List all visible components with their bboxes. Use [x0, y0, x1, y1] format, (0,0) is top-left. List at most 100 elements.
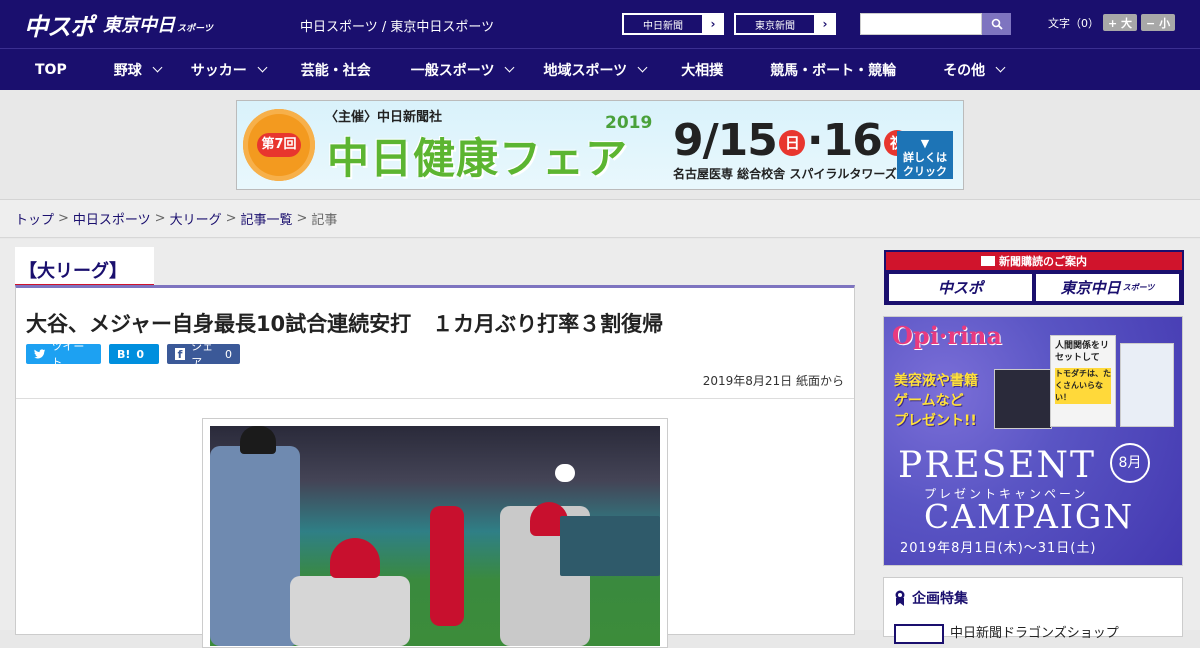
hatena-count: 0 [136, 347, 145, 361]
font-increase-button[interactable]: + 大 [1103, 14, 1138, 31]
ad-prize-images: 人間関係をリセットして トモダチは、たくさんいらない！ [994, 333, 1174, 433]
article-divider [16, 398, 854, 399]
facebook-icon: f [175, 348, 186, 361]
logo-chuspo[interactable]: 中スポ [24, 7, 94, 42]
ribbon-icon [895, 590, 905, 606]
umpire-figure [210, 446, 300, 646]
nav-item-label: サッカー [190, 62, 247, 79]
feature-title: 企画特集 [894, 588, 968, 608]
chevron-right-icon: › [822, 17, 828, 31]
chevron-right-icon: › [710, 17, 716, 31]
nav-item-general-sports[interactable]: 一般スポーツ [386, 49, 529, 91]
font-decrease-button[interactable]: − 小 [1141, 14, 1176, 31]
feature-thumb[interactable] [894, 624, 944, 644]
nav-item-sumo[interactable]: 大相撲 [661, 49, 738, 91]
banner-date-end: 16 [822, 115, 883, 166]
nav-item-soccer[interactable]: サッカー [176, 49, 281, 91]
breadcrumb-chunichi-sports[interactable]: 中日スポーツ [73, 209, 151, 228]
feature-item-dragons-shop[interactable]: 中日新聞ドラゴンズショップ [950, 622, 1119, 641]
feature-box: 企画特集 中日新聞ドラゴンズショップ [883, 577, 1183, 644]
search-button[interactable] [982, 13, 1011, 35]
nav-item-label: 競馬・ボート・競輪 [770, 62, 897, 79]
breadcrumb-article-list[interactable]: 記事一覧 [241, 209, 293, 228]
ad-copy: 美容液や書籍 ゲームなど プレゼント!! [894, 371, 978, 431]
font-size-control: 文字（0） + 大 − 小 [1048, 14, 1176, 31]
article-photo[interactable] [210, 426, 660, 646]
ad-campaign-text: CAMPAIGN [924, 497, 1135, 536]
subscribe-tokyo-chunichi-link[interactable]: 東京中日 スポーツ [1036, 274, 1179, 301]
ad-brand: Opi·rina [892, 321, 1002, 350]
nav-item-entertainment[interactable]: 芸能・社会 [281, 49, 386, 91]
nav-item-label: 芸能・社会 [300, 62, 371, 79]
banner-year: 2019 [605, 113, 653, 133]
feature-title-label: 企画特集 [912, 591, 968, 607]
twitter-icon [34, 349, 46, 359]
ad-copy-line: 美容液や書籍 [894, 373, 978, 389]
facebook-count: 0 [225, 347, 232, 361]
breadcrumb-current: 記事 [311, 213, 338, 228]
banner-day-start: 日 [778, 130, 805, 156]
banner-cta-button[interactable]: ▼ 詳しくは クリック [897, 131, 953, 179]
ad-dates: 2019年8月1日(木)〜31日(土) [900, 541, 1097, 556]
ad-copy-line: ゲームなど [894, 393, 964, 409]
nav-item-label: その他 [943, 62, 986, 79]
chevron-down-icon [152, 62, 163, 73]
nav-item-other[interactable]: その他 [911, 49, 1019, 91]
prize-game [1120, 343, 1174, 427]
category-tab[interactable]: 【大リーグ】 [15, 247, 154, 287]
chevron-down-icon [995, 62, 1006, 73]
site-logo[interactable]: 中スポ 東京中日 スポーツ [0, 0, 240, 48]
nav-item-baseball[interactable]: 野球 [82, 49, 176, 91]
banner-venue: 名古屋医専 総合校舎 スパイラルタワーズ [673, 167, 897, 181]
breadcrumb-separator: > [225, 211, 237, 226]
ad-present-text: PRESENT [898, 445, 1097, 486]
site-caption[interactable]: 中日スポーツ / 東京中日スポーツ [300, 16, 494, 35]
subscription-logos: 中スポ 東京中日 スポーツ [886, 270, 1182, 305]
ad-copy-line: プレゼント!! [894, 413, 977, 429]
banner-date: 9/15日·16祝 [673, 115, 912, 166]
nav-item-top[interactable]: TOP [20, 49, 82, 91]
ad-month-badge: 8月 [1110, 443, 1150, 483]
main-nav: TOP 野球 サッカー 芸能・社会 一般スポーツ 地域スポーツ 大相撲 競馬・ボ… [0, 48, 1200, 90]
subscribe-chuspo-link[interactable]: 中スポ [889, 274, 1032, 301]
search-icon [991, 18, 1003, 30]
banner-date-start: 9/15 [673, 115, 778, 166]
nav-item-label: 野球 [113, 62, 142, 79]
breadcrumb-top[interactable]: トップ [15, 209, 54, 228]
edition-label: 第7回 [257, 133, 301, 157]
breadcrumb-mlb[interactable]: 大リーグ [170, 209, 222, 228]
subscribe-tokyo-chunichi-label: 東京中日 [1060, 279, 1121, 297]
batting-glove [555, 464, 575, 482]
umpire-cap [240, 426, 276, 454]
prize-book-title: 人間関係をリセットして [1055, 341, 1110, 363]
logo-tokyo-chunichi-text: 東京中日 [103, 15, 175, 36]
chunichi-shimbun-link[interactable]: 中日新聞 › [622, 13, 724, 35]
chevron-down-icon [505, 62, 515, 73]
main-content: 【大リーグ】 大谷、メジャー自身最長10試合連続安打 １カ月ぶり打率３割復帰 ツ… [0, 239, 1200, 648]
runner-jersey [290, 576, 410, 646]
search-input[interactable] [860, 13, 982, 35]
hatena-bookmark-button[interactable]: B! 0 [109, 344, 159, 364]
logo-tokyo-chunichi-small: スポーツ [177, 24, 213, 34]
facebook-share-button[interactable]: f シェア 0 [167, 340, 240, 369]
breadcrumb-separator: > [296, 211, 308, 226]
tokyo-shimbun-link[interactable]: 東京新聞 › [734, 13, 836, 35]
breadcrumb: トップ > 中日スポーツ > 大リーグ > 記事一覧 > 記事 [0, 200, 1200, 238]
logo-tokyo-chunichi[interactable]: 東京中日 スポーツ [103, 11, 213, 37]
chevron-down-icon [257, 62, 268, 73]
article-photo-frame [202, 418, 668, 648]
nav-item-label: TOP [35, 61, 67, 78]
search-form [860, 13, 1011, 35]
outfield-sign [560, 516, 660, 576]
fielder-figure [430, 506, 464, 626]
article-card: 大谷、メジャー自身最長10試合連続安打 １カ月ぶり打率３割復帰 ツイート B! … [15, 285, 855, 648]
font-size-label: 文字（0） [1048, 16, 1099, 30]
nav-item-label: 地域スポーツ [543, 62, 628, 79]
nav-item-racing[interactable]: 競馬・ボート・競輪 [738, 49, 911, 91]
nav-item-regional-sports[interactable]: 地域スポーツ [528, 49, 661, 91]
subscribe-tokyo-chunichi-small: スポーツ [1122, 283, 1155, 292]
facebook-share-label: シェア [191, 340, 214, 369]
health-fair-banner[interactable]: 第7回 〈主催〉中日新聞社 中日健康フェア 2019 9/15日·16祝 名古屋… [236, 100, 964, 190]
present-campaign-ad[interactable]: Opi·rina 人間関係をリセットして トモダチは、たくさんいらない！ 美容液… [883, 316, 1183, 566]
tweet-button[interactable]: ツイート [26, 340, 101, 369]
